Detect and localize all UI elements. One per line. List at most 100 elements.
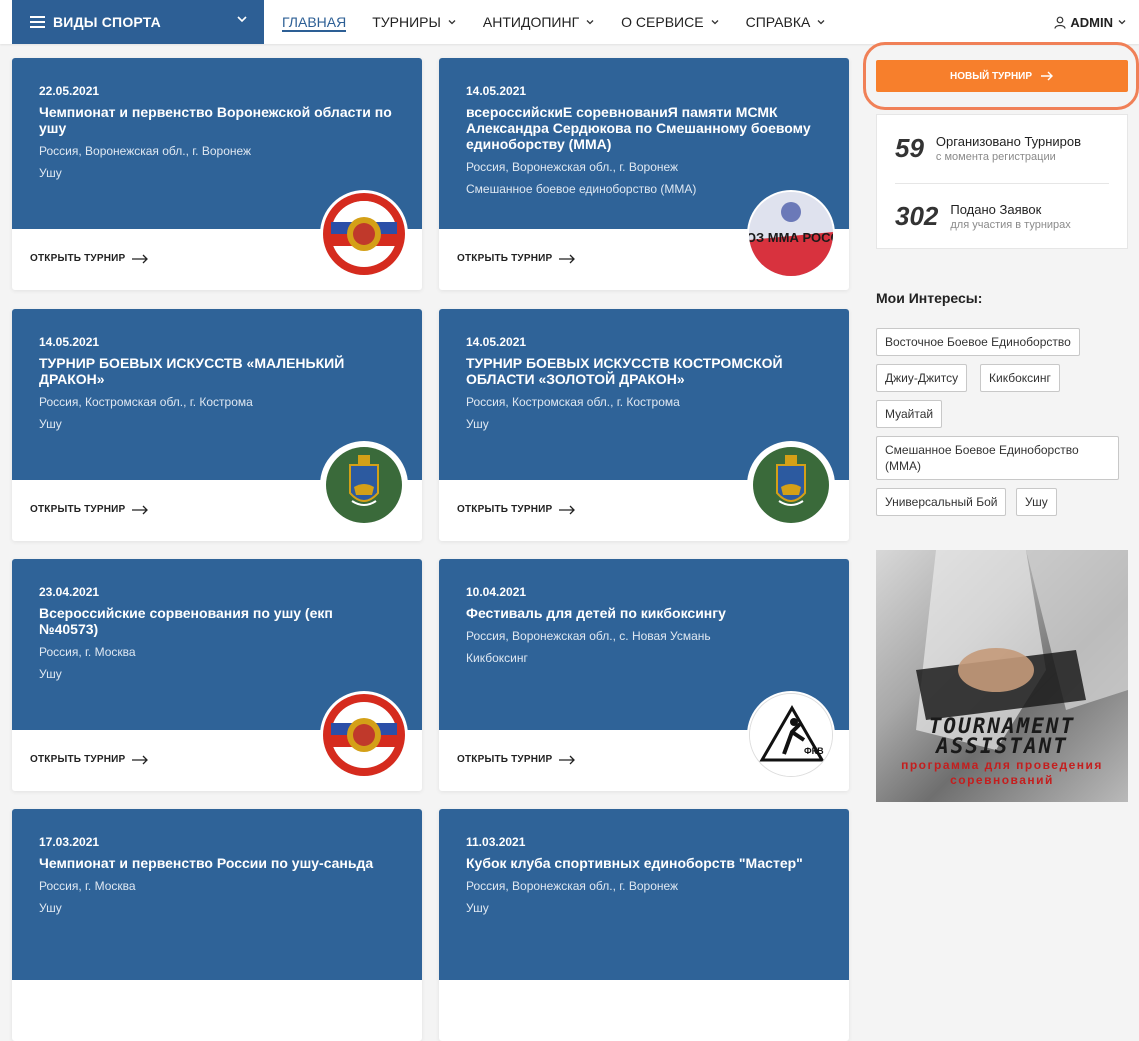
open-tournament-link[interactable]: ОТКРЫТЬ ТУРНИР — [30, 253, 149, 264]
chevron-down-icon — [817, 20, 825, 25]
tournament-title: Фестиваль для детей по кикбоксингу — [466, 605, 726, 621]
nav-home[interactable]: ГЛАВНАЯ — [282, 0, 347, 44]
stat-applications: 302 Подано Заявок для участия в турнирах — [895, 201, 1071, 232]
tournament-location: Россия, г. Москва — [39, 879, 136, 893]
stat-value: 302 — [895, 201, 939, 231]
tournament-title: ТУРНИР БОЕВЫХ ИСКУССТВ «МАЛЕНЬКИЙ ДРАКОН… — [39, 355, 345, 387]
user-menu[interactable]: ADMIN — [1054, 0, 1127, 44]
tournament-date: 11.03.2021 — [466, 835, 526, 849]
tournament-title: ТУРНИР БОЕВЫХ ИСКУССТВ КОСТРОМСКОЙ ОБЛАС… — [466, 355, 783, 387]
menu-icon — [30, 16, 45, 28]
tournament-card[interactable]: 11.03.2021 Кубок клуба спортивных единоб… — [439, 809, 849, 1041]
tournament-location: Россия, Воронежская обл., г. Воронеж — [39, 144, 252, 158]
nav-help[interactable]: СПРАВКА — [746, 0, 827, 44]
tournament-location: Россия, г. Москва — [39, 645, 136, 659]
chevron-down-icon — [448, 20, 456, 25]
tournament-card[interactable]: 17.03.2021 Чемпионат и первенство России… — [12, 809, 422, 1041]
tournament-title: Всероссийские сорвенования по ушу (екп №… — [39, 605, 333, 637]
interest-tag[interactable]: Универсальный Бой — [876, 488, 1007, 516]
tournament-title: Кубок клуба спортивных единоборств "Маст… — [466, 855, 803, 871]
banner-subtitle: программа для проведения соревнований — [901, 758, 1103, 787]
tournament-card[interactable]: 14.05.2021 ТУРНИР БОЕВЫХ ИСКУССТВ «МАЛЕН… — [12, 309, 422, 541]
tournament-card[interactable]: 23.04.2021 Всероссийские сорвенования по… — [12, 559, 422, 791]
open-tournament-link[interactable]: ОТКРЫТЬ ТУРНИР — [30, 754, 149, 765]
interest-tag[interactable]: Джиу-Джитсу — [876, 364, 968, 392]
tournament-date: 10.04.2021 — [466, 585, 527, 599]
tournament-date: 22.05.2021 — [39, 84, 100, 98]
russia-eagle-logo — [322, 693, 406, 777]
chevron-down-icon — [586, 20, 594, 25]
interest-tag[interactable]: Ушу — [1016, 488, 1057, 516]
arrow-right-icon — [132, 755, 149, 764]
tournament-card[interactable]: 22.05.2021 Чемпионат и первенство Вороне… — [12, 58, 422, 290]
svg-text:СОЮЗ ММА РОССИИ: СОЮЗ ММА РОССИИ — [749, 230, 833, 245]
interest-tag[interactable]: Муайтай — [876, 400, 943, 428]
stats-panel: 59 Организовано Турниров с момента регис… — [876, 114, 1128, 249]
open-tournament-link[interactable]: ОТКРЫТЬ ТУРНИР — [457, 253, 576, 264]
tournament-location: Россия, Воронежская обл., г. Воронеж — [466, 160, 679, 174]
arrow-right-icon — [132, 505, 149, 514]
tournament-title: всероссийскиЕ соревнованиЯ памяти МСМК А… — [466, 104, 811, 152]
tournament-date: 14.05.2021 — [466, 335, 527, 349]
chevron-down-icon — [1118, 20, 1126, 25]
soyuz-mma-logo: СОЮЗ ММА РОССИИ — [749, 192, 833, 276]
tournament-sport: Ушу — [466, 901, 489, 915]
stat-value: 59 — [895, 133, 924, 163]
kickboxing-logo: ФКВ — [749, 693, 833, 777]
interests-title: Мои Интересы: — [876, 290, 983, 306]
arrow-right-icon — [559, 505, 576, 514]
new-tournament-button[interactable]: НОВЫЙ ТУРНИР — [876, 60, 1128, 92]
tournament-sport: Ушу — [466, 417, 489, 431]
kostroma-coat-logo — [749, 443, 833, 527]
svg-text:ФКВ: ФКВ — [804, 746, 824, 756]
tournament-date: 14.05.2021 — [39, 335, 100, 349]
nav-tournaments[interactable]: ТУРНИРЫ — [372, 0, 457, 44]
arrow-right-icon — [1041, 71, 1054, 81]
tournament-assistant-banner[interactable]: TOURNAMENT ASSISTANT программа для прове… — [876, 550, 1128, 802]
nav-antidoping[interactable]: АНТИДОПИНГ — [483, 0, 595, 44]
chevron-down-icon — [237, 16, 247, 23]
tournament-sport: Ушу — [39, 166, 62, 180]
arrow-right-icon — [132, 254, 149, 263]
tournament-location: Россия, Костромская обл., г. Кострома — [39, 395, 253, 409]
tournament-title: Чемпионат и первенство России по ушу-сан… — [39, 855, 374, 871]
tournament-date: 14.05.2021 — [466, 84, 527, 98]
russia-eagle-logo — [322, 192, 406, 276]
tournament-sport: Кикбоксинг — [466, 651, 528, 665]
sports-menu-label: ВИДЫ СПОРТА — [53, 14, 161, 30]
tournament-date: 17.03.2021 — [39, 835, 100, 849]
chevron-down-icon — [711, 20, 719, 25]
banner-title: TOURNAMENT ASSISTANT — [928, 714, 1076, 758]
open-tournament-link[interactable]: ОТКРЫТЬ ТУРНИР — [30, 504, 149, 515]
main-nav: ГЛАВНАЯ ТУРНИРЫ АНТИДОПИНГ О СЕРВИСЕ СПР… — [282, 0, 826, 44]
tournament-title: Чемпионат и первенство Воронежской облас… — [39, 104, 392, 136]
stat-sub: для участия в турнирах — [950, 219, 1071, 231]
arrow-right-icon — [559, 755, 576, 764]
tournament-sport: Ушу — [39, 417, 62, 431]
stat-sub: с момента регистрации — [935, 151, 1056, 163]
open-tournament-link[interactable]: ОТКРЫТЬ ТУРНИР — [457, 754, 576, 765]
tournament-sport: Ушу — [39, 901, 62, 915]
tournament-sport: Ушу — [39, 667, 62, 681]
user-icon — [1054, 16, 1066, 29]
tournament-location: Россия, Воронежская обл., г. Воронеж — [466, 879, 679, 893]
kostroma-coat-logo — [322, 443, 406, 527]
tournament-location: Россия, Костромская обл., г. Кострома — [466, 395, 680, 409]
stat-tournaments: 59 Организовано Турниров с момента регис… — [895, 133, 1081, 164]
arrow-right-icon — [559, 254, 576, 263]
interest-tag[interactable]: Восточное Боевое Единоборство — [876, 328, 1080, 356]
tournament-card[interactable]: 14.05.2021 всероссийскиЕ соревнованиЯ па… — [439, 58, 849, 290]
interest-tag[interactable]: Смешанное Боевое Единоборство (ММА) — [876, 436, 1119, 480]
sports-menu-button[interactable]: ВИДЫ СПОРТА — [12, 0, 264, 44]
nav-about[interactable]: О СЕРВИСЕ — [621, 0, 719, 44]
interest-tag[interactable]: Кикбоксинг — [980, 364, 1060, 392]
tournament-sport: Смешанное боевое единоборство (ММА) — [466, 182, 697, 196]
tournament-location: Россия, Воронежская обл., с. Новая Усман… — [466, 629, 711, 643]
divider — [895, 183, 1109, 184]
open-tournament-link[interactable]: ОТКРЫТЬ ТУРНИР — [457, 504, 576, 515]
tournament-card[interactable]: 10.04.2021 Фестиваль для детей по кикбок… — [439, 559, 849, 791]
top-bar: ВИДЫ СПОРТА ГЛАВНАЯ ТУРНИРЫ АНТИДОПИНГ О… — [0, 0, 1139, 44]
tournament-date: 23.04.2021 — [39, 585, 100, 599]
tournament-card[interactable]: 14.05.2021 ТУРНИР БОЕВЫХ ИСКУССТВ КОСТРО… — [439, 309, 849, 541]
user-name: ADMIN — [1070, 14, 1113, 30]
